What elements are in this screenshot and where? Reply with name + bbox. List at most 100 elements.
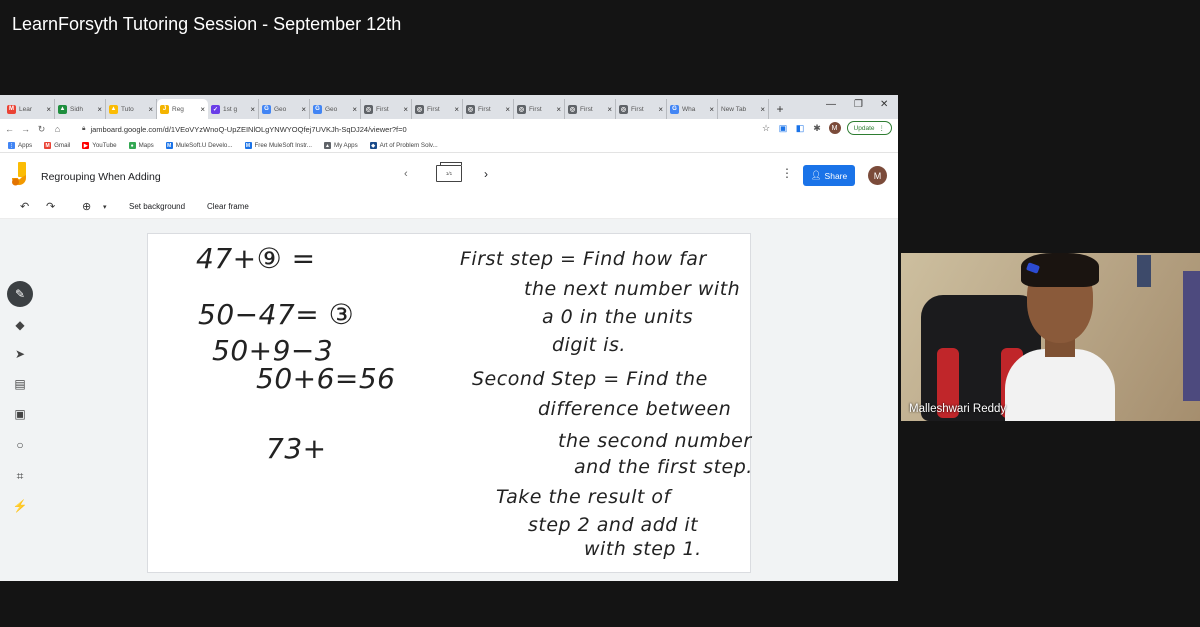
browser-tab[interactable]: New Tab ×	[718, 99, 769, 119]
browser-tab[interactable]: ✓ 1st g ×	[208, 99, 259, 119]
sticky-note-icon[interactable]: ▤	[7, 371, 33, 397]
tab-close-icon[interactable]: ×	[46, 105, 51, 114]
star-icon[interactable]: ☆	[761, 123, 772, 134]
browser-tab[interactable]: G Geo ×	[310, 99, 361, 119]
jamboard-logo-icon[interactable]	[12, 162, 28, 186]
tab-label: Geo	[325, 105, 338, 113]
tab-favicon-icon: ▲	[109, 104, 118, 114]
tab-close-icon[interactable]: ×	[556, 105, 561, 114]
tab-close-icon[interactable]: ×	[301, 105, 306, 114]
tab-close-icon[interactable]: ×	[97, 105, 102, 114]
close-window-icon[interactable]: ✕	[880, 99, 888, 110]
new-tab-button[interactable]: +	[771, 99, 789, 119]
tab-close-icon[interactable]: ×	[403, 105, 408, 114]
browser-tab-strip: M Lear × ▲ Sidh × ▲ Tuto × J Reg × ✓ 1st g × G Geo × G Geo ×…	[0, 95, 898, 119]
more-options-icon[interactable]: ⋮	[781, 166, 793, 180]
tab-close-icon[interactable]: ×	[148, 105, 153, 114]
bookmark-item[interactable]: ▶ YouTube	[82, 142, 117, 149]
tab-label: Tuto	[121, 105, 134, 113]
tab-close-icon[interactable]: ×	[454, 105, 459, 114]
tab-label: Geo	[274, 105, 287, 113]
tab-close-icon[interactable]: ×	[709, 105, 714, 114]
browser-profile-avatar[interactable]: M	[828, 122, 841, 134]
tab-close-icon[interactable]: ×	[352, 105, 357, 114]
browser-tab[interactable]: ◎ First ×	[565, 99, 616, 119]
tab-close-icon[interactable]: ×	[505, 105, 510, 114]
browser-tab[interactable]: ▲ Sidh ×	[55, 99, 106, 119]
forward-icon[interactable]: →	[19, 124, 32, 134]
undo-icon[interactable]: ↶	[20, 200, 29, 213]
restore-icon[interactable]: ❐	[854, 99, 863, 110]
video-frame: LearnForsyth Tutoring Session - Septembe…	[0, 0, 1200, 627]
browser-tab[interactable]: ◎ First ×	[361, 99, 412, 119]
bookmark-item[interactable]: ◆ Art of Problem Solv...	[369, 142, 438, 149]
bookmark-label: Free MuleSoft Instr...	[254, 142, 312, 149]
zoom-dropdown-icon[interactable]: ▾	[103, 203, 107, 211]
frame-indicator: 1/1	[445, 171, 453, 176]
extension-new-icon[interactable]: ◧	[795, 123, 806, 134]
bookmark-item[interactable]: ● Maps	[128, 142, 154, 149]
eraser-icon[interactable]: ◆	[7, 312, 33, 338]
bookmark-item[interactable]: M Gmail	[44, 142, 70, 149]
browser-tab[interactable]: G Wha ×	[667, 99, 718, 119]
bookmark-item[interactable]: ⋮ Apps	[8, 142, 32, 149]
tab-close-icon[interactable]: ×	[200, 105, 205, 114]
clear-frame-button[interactable]: Clear frame	[207, 202, 249, 211]
browser-tab[interactable]: ◎ First ×	[616, 99, 667, 119]
select-icon[interactable]: ➤	[7, 341, 33, 367]
tab-close-icon[interactable]: ×	[607, 105, 612, 114]
puzzle-icon[interactable]: ✱	[812, 123, 823, 134]
tab-favicon-icon: G	[262, 104, 271, 114]
browser-tab[interactable]: ◎ First ×	[412, 99, 463, 119]
tab-label: Lear	[19, 105, 33, 113]
bookmark-label: YouTube	[92, 142, 117, 149]
redo-icon[interactable]: ↷	[46, 200, 55, 213]
bookmark-item[interactable]: M MuleSoft.U Develo...	[165, 142, 233, 149]
whiteboard-frame[interactable]: 47+⑨ = 50−47= ③ 50+9−3 50+6=56 73+ First…	[147, 233, 752, 573]
lock-icon: 🔒︎	[82, 125, 86, 132]
tab-label: First	[529, 105, 542, 113]
zoom-icon[interactable]: ⊕	[82, 200, 91, 213]
text-box-icon[interactable]: ⌗	[7, 463, 33, 489]
previous-frame-icon[interactable]: ‹	[404, 168, 408, 180]
browser-tab[interactable]: G Geo ×	[259, 99, 310, 119]
tab-close-icon[interactable]: ×	[250, 105, 255, 114]
pen-icon[interactable]: ✎	[7, 281, 33, 307]
bookmark-item[interactable]: ▲ My Apps	[323, 142, 358, 149]
browser-tab[interactable]: ▲ Tuto ×	[106, 99, 157, 119]
back-icon[interactable]: ←	[3, 124, 16, 134]
frame-bar-button[interactable]: 1/1	[436, 165, 462, 182]
jamboard-profile-avatar[interactable]: M	[868, 166, 887, 185]
tab-close-icon[interactable]: ×	[760, 105, 765, 114]
share-button[interactable]: 👤︎ Share	[803, 165, 855, 186]
bookmark-icon: ⋮	[8, 142, 15, 149]
tab-label: First	[580, 105, 593, 113]
browser-tab[interactable]: ◎ First ×	[463, 99, 514, 119]
home-icon[interactable]: ⌂	[51, 124, 64, 134]
participant-video-tile[interactable]: Malleshwari Reddy	[901, 253, 1200, 421]
next-frame-icon[interactable]: ›	[484, 167, 488, 181]
reload-icon[interactable]: ↻	[35, 124, 48, 135]
note-line: with step 1.	[584, 538, 702, 560]
browser-tab[interactable]: J Reg ×	[157, 99, 208, 119]
address-bar[interactable]: 🔒︎ jamboard.google.com/d/1VEoVYzWnoQ-UpZ…	[82, 121, 772, 137]
bookmark-label: Gmail	[54, 142, 71, 149]
laser-icon[interactable]: ⚡	[7, 493, 33, 519]
minimize-icon[interactable]: —	[826, 99, 836, 110]
note-line: First step = Find how far	[460, 248, 707, 270]
tab-close-icon[interactable]: ×	[658, 105, 663, 114]
set-background-button[interactable]: Set background	[129, 202, 185, 211]
extension-icon[interactable]: ▣	[778, 123, 789, 134]
jamboard-title[interactable]: Regrouping When Adding	[41, 171, 161, 183]
circle-icon[interactable]: ○	[7, 432, 33, 458]
menu-dots-icon: ⋮	[878, 125, 886, 132]
browser-tab[interactable]: ◎ First ×	[514, 99, 565, 119]
bookmark-item[interactable]: M Free MuleSoft Instr...	[244, 142, 312, 149]
note-line: Take the result of	[496, 486, 671, 508]
image-icon[interactable]: ▣	[7, 401, 33, 427]
wall-poster	[1183, 271, 1200, 401]
bookmark-label: Art of Problem Solv...	[379, 142, 438, 149]
note-line: a 0 in the units	[542, 306, 694, 328]
browser-tab[interactable]: M Lear ×	[4, 99, 55, 119]
update-button[interactable]: Update ⋮	[846, 121, 892, 135]
